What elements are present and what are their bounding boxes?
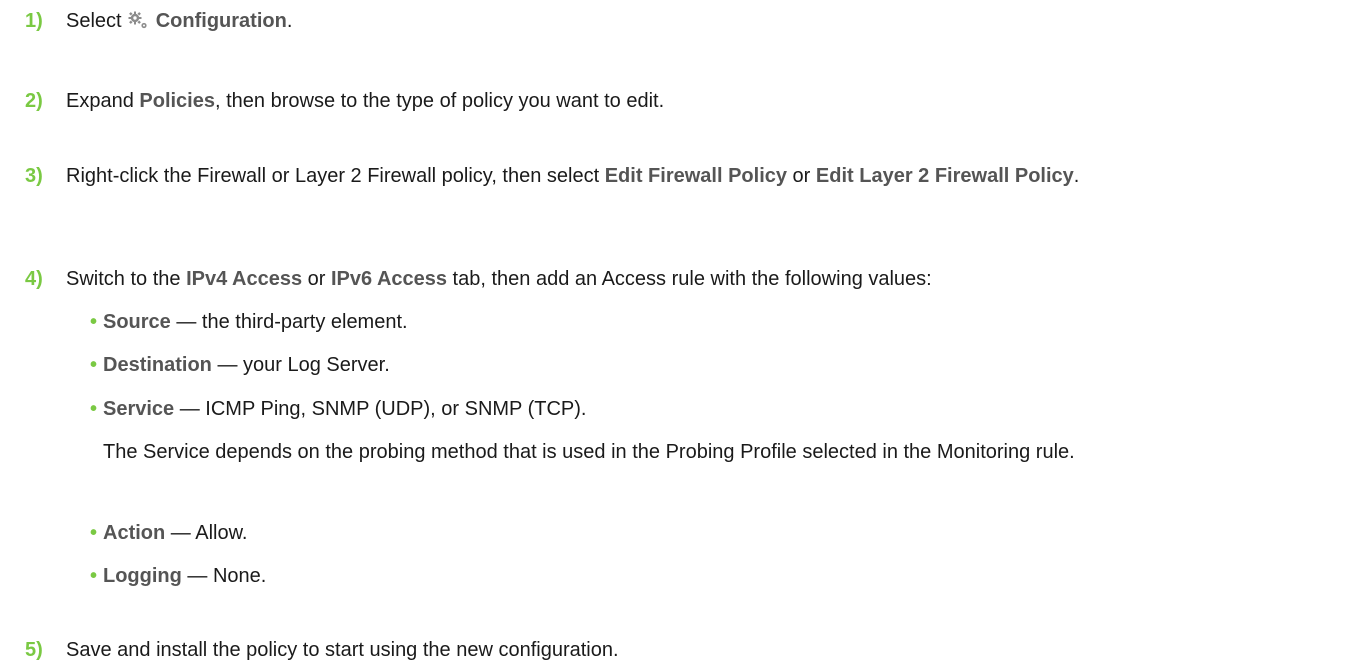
step-text-part: tab, then add an Access rule with the fo… bbox=[447, 268, 932, 290]
bullet-value: — the third-party element. bbox=[170, 311, 408, 333]
step-number: 3) bbox=[25, 165, 43, 187]
bullet-dot: • bbox=[90, 354, 98, 376]
step-text-part: Switch to the bbox=[66, 268, 187, 290]
bullet-value: — your Log Server. bbox=[211, 354, 390, 376]
bullet-text: Logging — None. bbox=[103, 563, 1323, 590]
service-note: The Service depends on the probing metho… bbox=[103, 441, 1075, 463]
step-text: Right-click the Firewall or Layer 2 Fire… bbox=[66, 163, 1323, 190]
menu-edit-layer2-firewall-policy: Edit Layer 2 Firewall Policy bbox=[815, 165, 1074, 187]
menu-configuration: Configuration bbox=[155, 10, 287, 32]
bullet-text: Service — ICMP Ping, SNMP (UDP), or SNMP… bbox=[103, 396, 1323, 423]
step-text: Select Configuration. bbox=[66, 8, 1323, 35]
step-text-part: or bbox=[787, 165, 816, 187]
step-number: 1) bbox=[25, 10, 43, 32]
bullet-dot: • bbox=[90, 522, 98, 544]
field-label-source: Source bbox=[103, 311, 171, 333]
step-text: Switch to the IPv4 Access or IPv6 Access… bbox=[66, 266, 1323, 293]
bullet-text: Source — the third-party element. bbox=[103, 309, 1323, 336]
step-text-part: or bbox=[302, 268, 331, 290]
bullet-value: — Allow. bbox=[165, 522, 248, 544]
tab-ipv6-access: IPv6 Access bbox=[330, 268, 447, 290]
menu-edit-firewall-policy: Edit Firewall Policy bbox=[604, 165, 787, 187]
field-label-logging: Logging bbox=[103, 565, 182, 587]
step-text-part: Right-click the Firewall or Layer 2 Fire… bbox=[66, 165, 605, 187]
bullet-dot: • bbox=[90, 565, 98, 587]
step-text: Save and install the policy to start usi… bbox=[66, 639, 619, 661]
bullet-value: — ICMP Ping, SNMP (UDP), or SNMP (TCP). bbox=[174, 398, 587, 420]
step-number: 5) bbox=[25, 639, 43, 661]
step-text-part: Expand bbox=[66, 90, 140, 112]
bullet-text: Destination — your Log Server. bbox=[103, 352, 1323, 379]
step-number: 4) bbox=[25, 268, 43, 290]
field-label-destination: Destination bbox=[103, 354, 212, 376]
bullet-dot: • bbox=[90, 398, 98, 420]
field-label-action: Action bbox=[103, 522, 166, 544]
step-number: 2) bbox=[25, 90, 43, 112]
bullet-value: — None. bbox=[181, 565, 267, 587]
step-text-part: . bbox=[286, 10, 293, 32]
field-label-service: Service bbox=[103, 398, 175, 420]
step-text-part: . bbox=[1073, 165, 1080, 187]
bullet-text: Action — Allow. bbox=[103, 520, 1323, 547]
gear-icon bbox=[128, 11, 147, 29]
menu-policies: Policies bbox=[139, 90, 215, 112]
bullet-dot: • bbox=[90, 311, 98, 333]
step-text-part: Select bbox=[66, 10, 128, 32]
tab-ipv4-access: IPv4 Access bbox=[186, 268, 303, 290]
step-text: Expand Policies, then browse to the type… bbox=[66, 88, 1323, 115]
step-text-part: , then browse to the type of policy you … bbox=[215, 90, 665, 112]
